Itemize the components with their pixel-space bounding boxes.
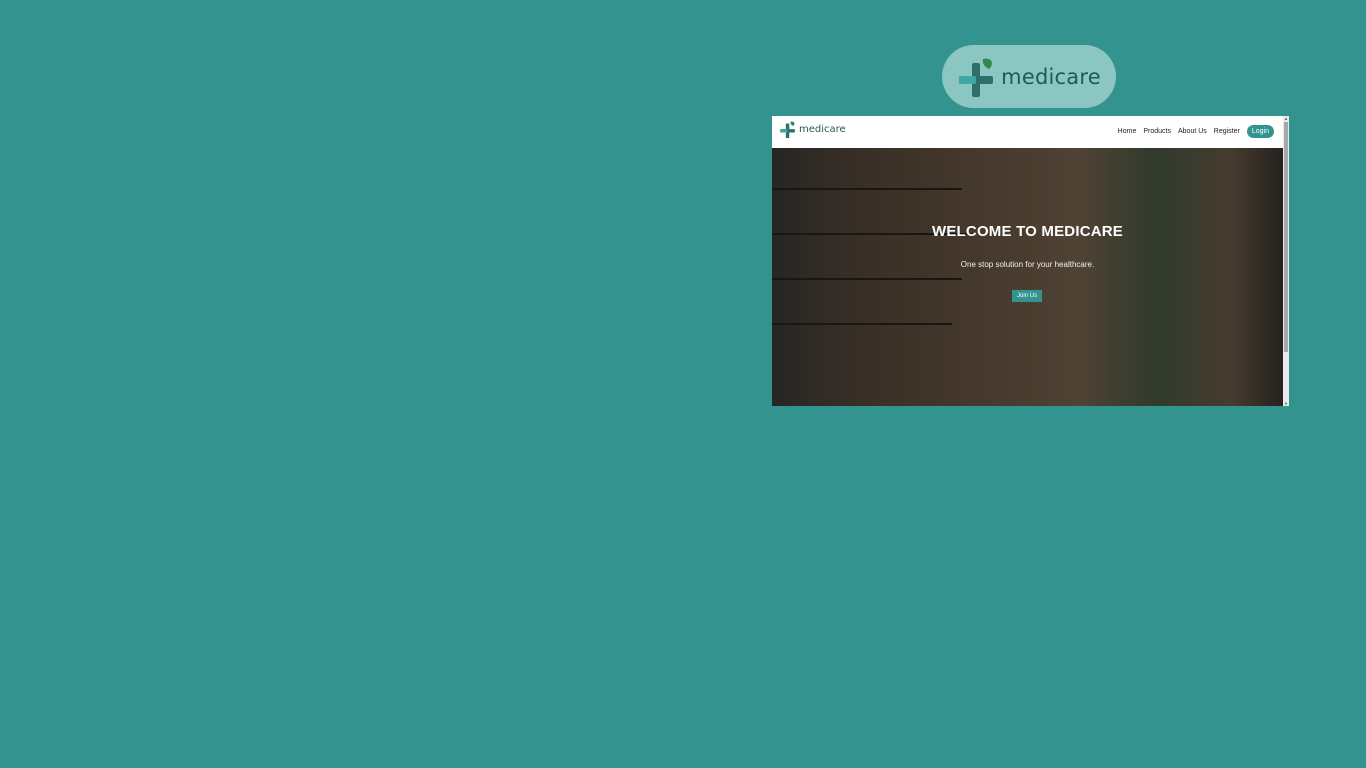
medical-cross-leaf-icon [959,58,994,97]
scroll-up-icon[interactable]: ▲ [1283,116,1289,121]
page-scrollbar[interactable]: ▲ ▼ [1283,116,1289,406]
site-brand-text: medicare [799,124,846,135]
medicare-logo-badge: medicare [942,45,1116,108]
nav-register-link[interactable]: Register [1214,128,1240,135]
site-navbar: medicare Home Products About Us Register… [772,116,1283,149]
hero-decor-shelf [772,278,962,280]
scroll-down-icon[interactable]: ▼ [1283,401,1289,406]
hero-decor-shelf [772,188,962,190]
login-button[interactable]: Login [1246,125,1274,138]
hero-section: WELCOME TO MEDICARE One stop solution fo… [772,148,1283,406]
scroll-thumb[interactable] [1284,122,1288,352]
site-nav-links: Home Products About Us Register Login [1118,125,1274,138]
hero-subtitle: One stop solution for your healthcare. [960,260,1095,269]
medical-cross-leaf-icon [780,121,795,139]
hero-decor-shelf [772,323,952,325]
join-us-button[interactable]: Join Us [1012,290,1042,302]
medicare-logo-text: medicare [1001,64,1101,89]
nav-products-link[interactable]: Products [1143,128,1171,135]
nav-home-link[interactable]: Home [1118,128,1137,135]
nav-about-link[interactable]: About Us [1178,128,1207,135]
site-brand[interactable]: medicare [779,120,846,139]
website-preview: medicare Home Products About Us Register… [772,116,1289,406]
hero-title: WELCOME TO MEDICARE [931,223,1124,240]
